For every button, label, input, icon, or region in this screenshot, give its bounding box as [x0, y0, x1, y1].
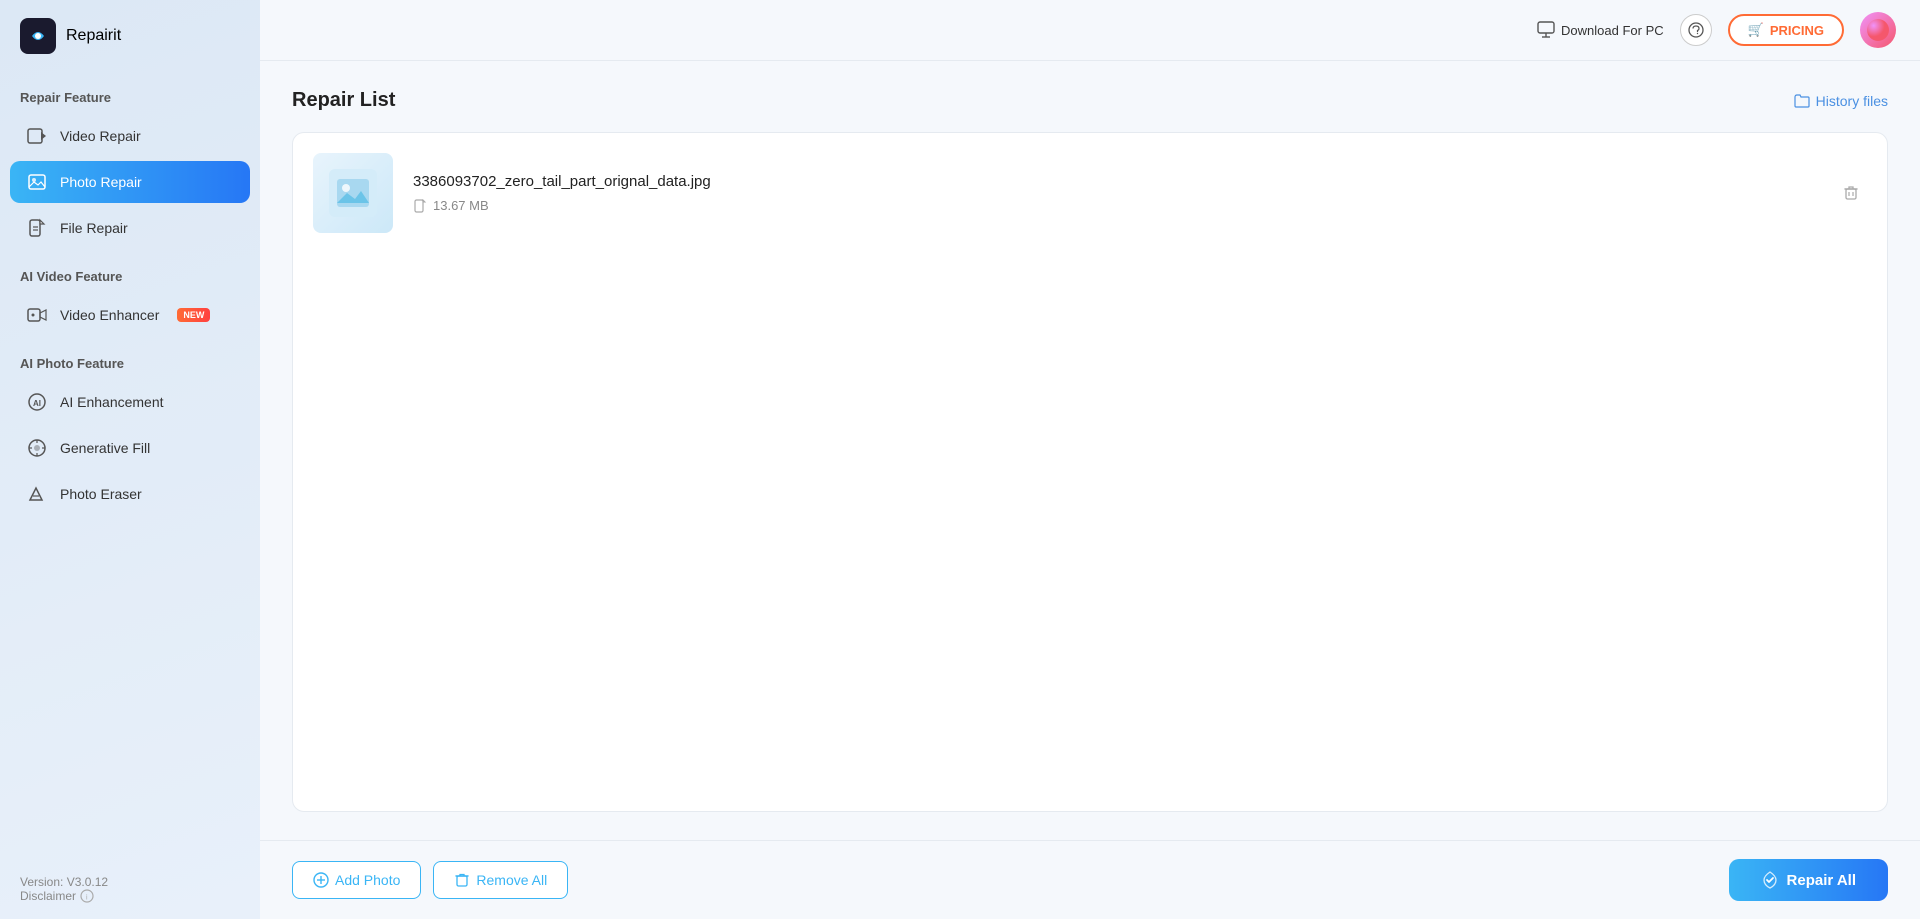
- pricing-cart-icon: 🛒: [1748, 22, 1764, 38]
- help-button[interactable]: [1680, 14, 1712, 46]
- bottom-left-actions: Add Photo Remove All: [292, 861, 568, 899]
- sidebar: Repairit Repair Feature Video Repair Pho…: [0, 0, 260, 919]
- sidebar-footer: Version: V3.0.12 Disclaimer i: [0, 859, 260, 919]
- sidebar-item-photo-repair[interactable]: Photo Repair: [10, 161, 250, 203]
- sidebar-item-video-repair-label: Video Repair: [60, 128, 141, 144]
- delete-file-button[interactable]: [1835, 177, 1867, 209]
- ai-photo-feature-section-label: AI Photo Feature: [0, 338, 260, 379]
- pricing-label: PRICING: [1770, 23, 1824, 38]
- user-avatar[interactable]: [1860, 12, 1896, 48]
- version-text: Version: V3.0.12: [20, 875, 240, 889]
- info-icon: i: [80, 889, 94, 903]
- sidebar-item-video-enhancer-label: Video Enhancer: [60, 307, 159, 323]
- sidebar-item-video-repair[interactable]: Video Repair: [10, 115, 250, 157]
- repair-all-label: Repair All: [1787, 872, 1856, 889]
- sidebar-item-file-repair-label: File Repair: [60, 220, 128, 236]
- sidebar-item-photo-eraser-label: Photo Eraser: [60, 486, 142, 502]
- repair-all-button[interactable]: Repair All: [1729, 859, 1888, 901]
- file-thumbnail: [313, 153, 393, 233]
- video-repair-icon: [26, 125, 48, 147]
- remove-all-button[interactable]: Remove All: [433, 861, 568, 899]
- file-name: 3386093702_zero_tail_part_orignal_data.j…: [413, 173, 1835, 190]
- sidebar-item-generative-fill-label: Generative Fill: [60, 440, 150, 456]
- remove-all-label: Remove All: [476, 872, 547, 888]
- svg-text:i: i: [86, 895, 88, 902]
- sidebar-item-generative-fill[interactable]: Generative Fill: [10, 427, 250, 469]
- add-icon: [313, 872, 329, 888]
- photo-repair-icon: [26, 171, 48, 193]
- sidebar-item-ai-enhancement-label: AI Enhancement: [60, 394, 164, 410]
- photo-eraser-icon: [26, 483, 48, 505]
- repair-list-title: Repair List: [292, 89, 395, 112]
- content-area: Repair List History files: [260, 61, 1920, 840]
- table-row: 3386093702_zero_tail_part_orignal_data.j…: [293, 141, 1887, 245]
- folder-icon: [1794, 93, 1810, 109]
- logo-icon: [20, 18, 56, 54]
- repair-feature-section-label: Repair Feature: [0, 72, 260, 113]
- app-name: Repairit: [66, 27, 121, 45]
- download-for-pc-btn[interactable]: Download For PC: [1537, 21, 1664, 39]
- pricing-button[interactable]: 🛒 PRICING: [1728, 14, 1844, 46]
- add-photo-button[interactable]: Add Photo: [292, 861, 421, 899]
- monitor-icon: [1537, 21, 1555, 39]
- disclaimer-link[interactable]: Disclaimer i: [20, 889, 240, 903]
- bottom-bar: Add Photo Remove All Repair All: [260, 840, 1920, 919]
- history-files-label: History files: [1816, 93, 1888, 109]
- trash-icon: [1842, 184, 1860, 202]
- headset-icon: [1688, 22, 1704, 38]
- topbar: Download For PC 🛒 PRICING: [260, 0, 1920, 61]
- file-size-icon: [413, 199, 427, 213]
- file-info: 3386093702_zero_tail_part_orignal_data.j…: [413, 173, 1835, 213]
- sidebar-item-ai-enhancement[interactable]: AI AI Enhancement: [10, 381, 250, 423]
- sidebar-item-photo-eraser[interactable]: Photo Eraser: [10, 473, 250, 515]
- file-repair-icon: [26, 217, 48, 239]
- file-size-row: 13.67 MB: [413, 198, 1835, 213]
- ai-enhancement-icon: AI: [26, 391, 48, 413]
- logo-bar: Repairit: [0, 0, 260, 72]
- avatar-image: [1867, 19, 1889, 41]
- svg-text:AI: AI: [33, 399, 41, 408]
- image-thumbnail-icon: [329, 169, 377, 217]
- generative-fill-icon: [26, 437, 48, 459]
- file-list: 3386093702_zero_tail_part_orignal_data.j…: [292, 132, 1888, 812]
- new-badge: NEW: [177, 308, 210, 322]
- content-header: Repair List History files: [292, 89, 1888, 112]
- remove-icon: [454, 872, 470, 888]
- add-photo-label: Add Photo: [335, 872, 400, 888]
- sidebar-item-file-repair[interactable]: File Repair: [10, 207, 250, 249]
- sidebar-item-video-enhancer[interactable]: Video Enhancer NEW: [10, 294, 250, 336]
- sidebar-item-photo-repair-label: Photo Repair: [60, 174, 142, 190]
- main-panel: Download For PC 🛒 PRICING: [260, 0, 1920, 919]
- download-for-pc-label: Download For PC: [1561, 23, 1664, 38]
- history-files-button[interactable]: History files: [1794, 93, 1888, 109]
- repair-icon: [1761, 871, 1779, 889]
- video-enhancer-icon: [26, 304, 48, 326]
- ai-video-feature-section-label: AI Video Feature: [0, 251, 260, 292]
- file-size: 13.67 MB: [433, 198, 489, 213]
